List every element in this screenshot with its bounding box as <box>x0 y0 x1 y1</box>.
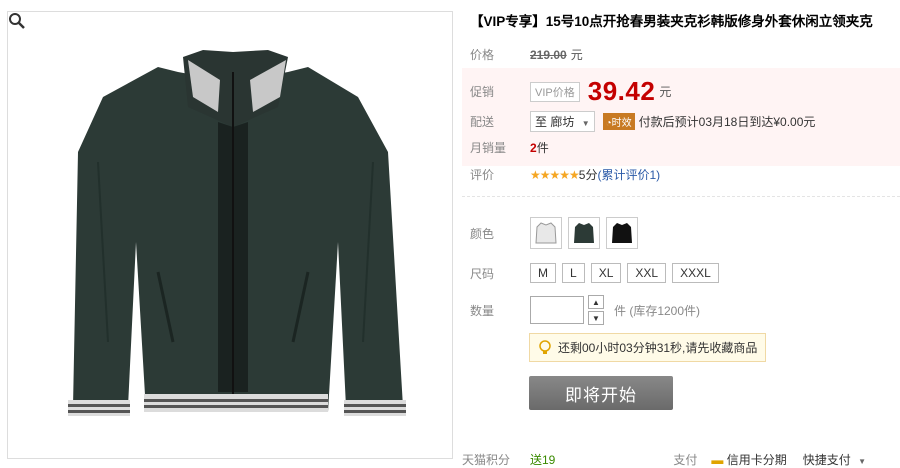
vip-price-tag: VIP价格 <box>530 81 580 102</box>
sales-unit: 件 <box>536 141 549 155</box>
promo-price: 39.42 <box>587 76 656 106</box>
size-option-xxl[interactable]: XXL <box>627 263 667 283</box>
color-label: 颜色 <box>470 226 495 241</box>
promo-unit: 元 <box>659 85 672 99</box>
points-label: 天猫积分 <box>462 453 511 467</box>
size-option-l[interactable]: L <box>562 263 585 283</box>
size-option-xl[interactable]: XL <box>590 263 622 283</box>
fast-pay: 快捷支付 ▼ <box>803 451 866 468</box>
credit-installment: ▬ 信用卡分期 <box>711 451 786 468</box>
color-option-dark-green[interactable] <box>568 217 600 249</box>
original-price: 219.00 <box>530 47 567 62</box>
color-option-black[interactable] <box>606 217 638 249</box>
sales-count: 2 <box>530 140 537 155</box>
lightbulb-icon <box>539 339 551 354</box>
size-option-xxxl[interactable]: XXXL <box>672 263 719 283</box>
bottom-row: 天猫积分 送19 支付 ▬ 信用卡分期 快捷支付 ▼ <box>462 451 900 468</box>
stock-text: 件 (库存1200件) <box>614 303 701 318</box>
size-label: 尺码 <box>470 266 495 281</box>
pay-label: 支付 <box>673 453 698 467</box>
shipping-row: 配送 至 廊坊 ▼ ◔时效 付款后预计03月18日到达¥0.00元 <box>470 111 815 132</box>
rating-stars: ★★★★★ <box>530 167 580 182</box>
time-tag: ◔时效 <box>602 113 635 130</box>
color-option-white[interactable] <box>530 217 562 249</box>
sales-row: 月销量 2 件 <box>470 139 549 156</box>
points-value: 送19 <box>530 453 556 467</box>
price-label: 价格 <box>470 48 495 62</box>
quantity-row: 数量 ▲ ▼ 件 (库存1200件) <box>470 294 700 326</box>
coming-soon-button[interactable]: 即将开始 <box>529 376 673 410</box>
jacket-image <box>68 50 406 416</box>
fast-pay-label: 快捷支付 <box>802 453 851 467</box>
countdown-notice: 还剩00小时03分钟31秒,请先收藏商品 <box>529 333 767 362</box>
divider <box>462 196 900 197</box>
credit-label: 信用卡分期 <box>726 453 787 467</box>
product-title: 【VIP专享】15号10点开抢春男装夹克衫韩版修身外套休闲立领夹克 <box>470 14 873 29</box>
sales-label: 月销量 <box>470 141 507 155</box>
decrease-button[interactable]: ▼ <box>588 311 604 325</box>
delivery-estimate: 付款后预计03月18日到达¥0.00元 <box>638 115 816 129</box>
quantity-stepper: ▲ ▼ <box>588 294 604 326</box>
quantity-label: 数量 <box>470 303 495 318</box>
size-row: 尺码 M L XL XXL XXXL <box>470 263 725 283</box>
destination-text: 至 廊坊 <box>535 115 575 129</box>
price-unit: 元 <box>570 48 583 62</box>
quantity-input[interactable] <box>530 296 584 324</box>
promo-row: 促销 VIP价格 39.42 元 <box>470 76 671 107</box>
product-image[interactable] <box>7 11 453 459</box>
zoom-icon[interactable] <box>8 12 26 30</box>
promo-label: 促销 <box>470 85 495 99</box>
shipping-label: 配送 <box>470 115 495 129</box>
color-row: 颜色 <box>470 217 644 249</box>
destination-select[interactable]: 至 廊坊 ▼ <box>530 111 595 132</box>
rating-row: 评价 ★★★★★ 5分 (累计评价1) <box>470 166 660 183</box>
time-tag-label: 时效 <box>611 118 632 129</box>
review-count-link[interactable]: (累计评价1) <box>597 166 660 183</box>
credit-card-icon: ▬ <box>711 453 724 467</box>
rating-score: 5分 <box>578 168 598 182</box>
rating-label: 评价 <box>470 168 495 182</box>
price-row: 价格 219.00 元 <box>470 46 583 63</box>
countdown-text: 还剩00小时03分钟31秒,请先收藏商品 <box>558 341 758 355</box>
chevron-down-icon: ▼ <box>581 119 590 128</box>
size-option-m[interactable]: M <box>530 263 556 283</box>
chevron-down-icon: ▼ <box>858 457 867 466</box>
increase-button[interactable]: ▲ <box>588 295 604 309</box>
